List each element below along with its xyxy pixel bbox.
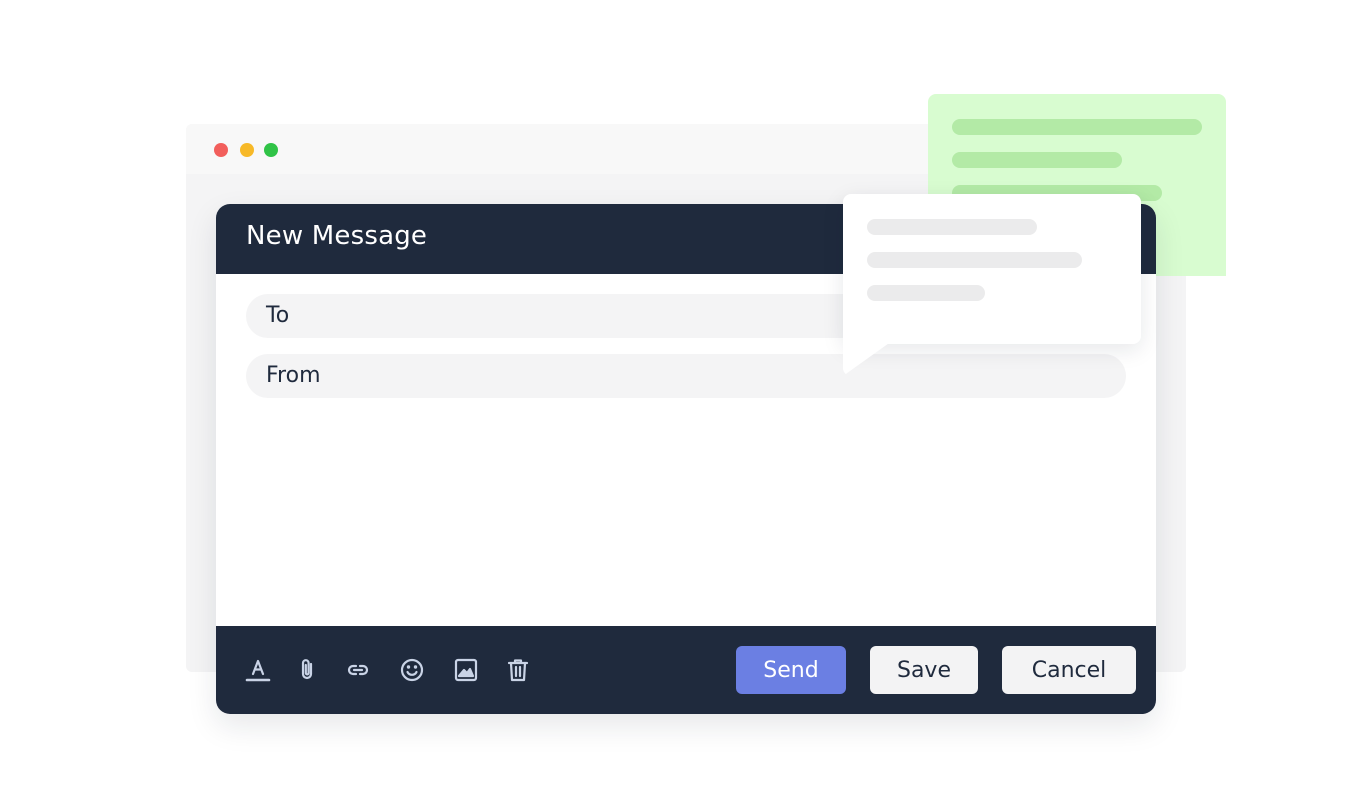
compose-toolbar: Send Save Cancel [216,626,1156,714]
text-format-icon[interactable] [244,656,272,684]
placeholder-line [952,119,1202,135]
trash-icon[interactable] [504,656,532,684]
emoji-icon[interactable] [398,656,426,684]
message-body[interactable] [246,414,1126,614]
illustration-stage: New Message To From Send Save Cancel [0,0,1370,800]
window-minimize-dot[interactable] [240,143,254,157]
window-maximize-dot[interactable] [264,143,278,157]
to-field-label: To [266,303,290,328]
cancel-button[interactable]: Cancel [1002,646,1136,694]
send-button[interactable]: Send [736,646,846,694]
from-field-label: From [266,363,321,388]
from-field[interactable]: From [246,354,1126,398]
link-icon[interactable] [344,656,372,684]
window-close-dot[interactable] [214,143,228,157]
placeholder-line [867,252,1082,268]
image-icon[interactable] [452,656,480,684]
white-chat-bubble [843,194,1141,344]
save-button[interactable]: Save [870,646,978,694]
placeholder-line [952,152,1122,168]
compose-title: New Message [246,221,428,251]
placeholder-line [867,285,985,301]
attachment-icon[interactable] [294,656,322,684]
placeholder-line [867,219,1037,235]
